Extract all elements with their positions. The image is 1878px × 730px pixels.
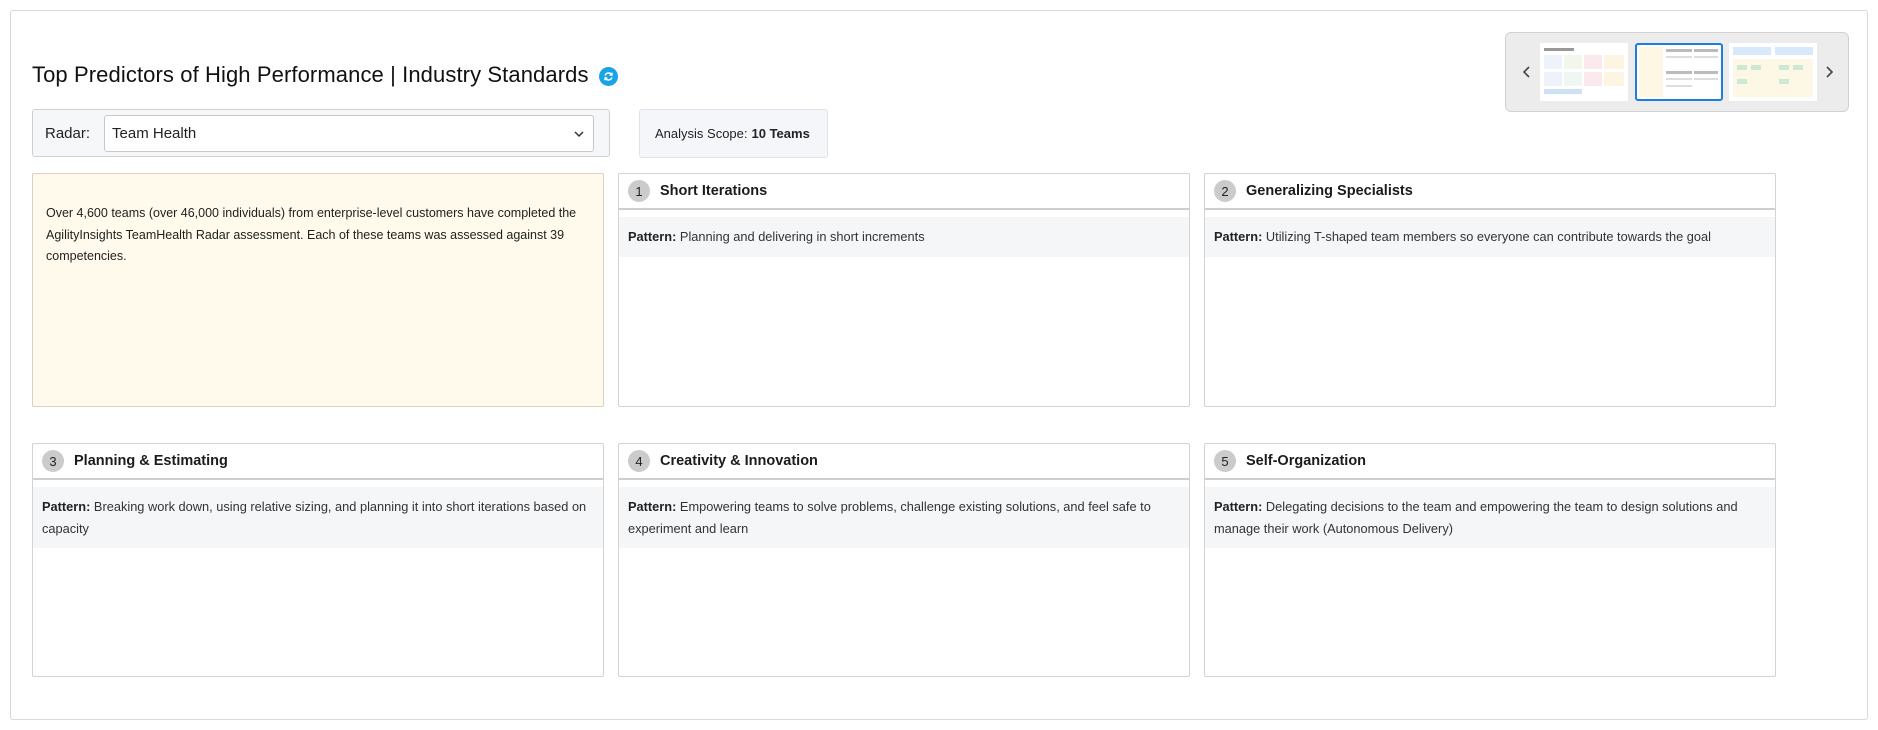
rank-badge: 2 [1214, 180, 1236, 202]
carousel-thumbnail-active[interactable] [1635, 43, 1723, 101]
chevron-right-icon[interactable] [1819, 60, 1839, 84]
card-title: Generalizing Specialists [1246, 183, 1413, 199]
radar-label: Radar: [45, 124, 91, 142]
card-title: Short Iterations [660, 183, 768, 199]
card-header: 4 Creativity & Innovation [619, 444, 1189, 480]
predictor-card-planning-estimating: 3 Planning & Estimating Pattern: Breakin… [32, 443, 604, 677]
card-header: 1 Short Iterations [619, 174, 1189, 210]
scope-label: Analysis Scope: [655, 126, 748, 141]
rank-badge: 5 [1214, 450, 1236, 472]
radar-filter: Radar: Team Health [32, 109, 610, 157]
card-pattern: Pattern: Breaking work down, using relat… [33, 487, 603, 548]
card-pattern: Pattern: Empowering teams to solve probl… [619, 487, 1189, 548]
rank-badge: 4 [628, 450, 650, 472]
carousel-thumbnail[interactable] [1540, 43, 1628, 101]
card-pattern: Pattern: Planning and delivering in shor… [619, 217, 1189, 257]
page-title: Top Predictors of High Performance | Ind… [32, 62, 589, 87]
pattern-text: Empowering teams to solve problems, chal… [628, 499, 1151, 536]
card-header: 2 Generalizing Specialists [1205, 174, 1775, 210]
predictor-card-generalizing-specialists: 2 Generalizing Specialists Pattern: Util… [1204, 173, 1776, 407]
pattern-text: Delegating decisions to the team and emp… [1214, 499, 1738, 536]
pattern-text: Breaking work down, using relative sizin… [42, 499, 587, 536]
pattern-label: Pattern: [42, 499, 91, 514]
rank-badge: 3 [42, 450, 64, 472]
pattern-label: Pattern: [1214, 229, 1263, 244]
card-header: 3 Planning & Estimating [33, 444, 603, 480]
radar-select[interactable]: Team Health [104, 114, 595, 152]
card-pattern: Pattern: Utilizing T-shaped team members… [1205, 217, 1775, 257]
view-carousel [1505, 32, 1849, 112]
predictor-card-self-organization: 5 Self-Organization Pattern: Delegating … [1204, 443, 1776, 677]
refresh-icon[interactable] [598, 67, 618, 86]
pattern-text: Utilizing T-shaped team members so every… [1265, 229, 1711, 244]
carousel-thumbnail[interactable] [1729, 43, 1817, 101]
scope-value: 10 Teams [751, 126, 810, 141]
analysis-scope: Analysis Scope: 10 Teams [639, 109, 828, 158]
predictor-card-creativity-innovation: 4 Creativity & Innovation Pattern: Empow… [618, 443, 1190, 677]
pattern-label: Pattern: [628, 499, 677, 514]
card-pattern: Pattern: Delegating decisions to the tea… [1205, 487, 1775, 548]
card-title: Creativity & Innovation [660, 453, 818, 469]
chevron-left-icon[interactable] [1517, 60, 1537, 84]
intro-text: Over 4,600 teams (over 46,000 individual… [46, 206, 577, 263]
card-title: Planning & Estimating [74, 453, 228, 469]
radar-selected-value: Team Health [112, 124, 197, 142]
title-row: Top Predictors of High Performance | Ind… [32, 62, 618, 88]
rank-badge: 1 [628, 180, 650, 202]
chevron-down-icon [573, 127, 585, 144]
intro-card: Over 4,600 teams (over 46,000 individual… [32, 173, 604, 407]
predictor-card-short-iterations: 1 Short Iterations Pattern: Planning and… [618, 173, 1190, 407]
pattern-label: Pattern: [1214, 499, 1263, 514]
card-title: Self-Organization [1246, 453, 1367, 469]
pattern-text: Planning and delivering in short increme… [679, 229, 925, 244]
pattern-label: Pattern: [628, 229, 677, 244]
card-header: 5 Self-Organization [1205, 444, 1775, 480]
